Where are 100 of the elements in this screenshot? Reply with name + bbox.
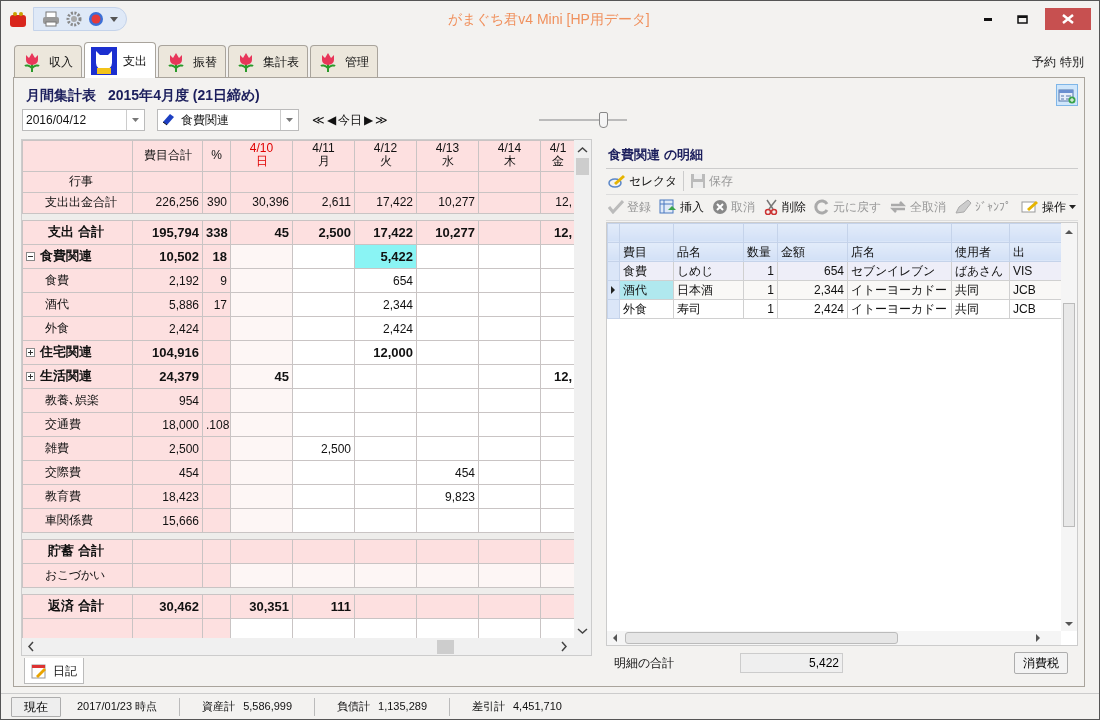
table-cell: イトーヨーカドー bbox=[847, 299, 952, 318]
menu-link[interactable]: 予約 bbox=[1030, 53, 1058, 71]
toolbar-button[interactable]: セレクタ bbox=[606, 172, 679, 190]
tab[interactable]: 支出 bbox=[84, 42, 156, 78]
row-label: 交際費 bbox=[22, 460, 133, 485]
table-cell bbox=[230, 539, 293, 564]
refresh-icon bbox=[889, 199, 907, 215]
scroll-thumb[interactable] bbox=[437, 640, 454, 654]
row-label: 教養､娯楽 bbox=[22, 388, 133, 413]
gear-icon[interactable] bbox=[66, 11, 82, 27]
diary-tab[interactable]: 日記 bbox=[24, 658, 84, 684]
total-field[interactable]: 5,422 bbox=[740, 652, 843, 673]
scroll-thumb[interactable] bbox=[576, 158, 589, 175]
caret-icon bbox=[1069, 205, 1076, 209]
report-title: 月間集計表 bbox=[26, 85, 96, 105]
column-header: % bbox=[202, 140, 231, 172]
pencil-icon bbox=[1021, 200, 1039, 214]
table-cell: 45 bbox=[230, 220, 293, 245]
table-cell bbox=[478, 539, 541, 564]
record-icon[interactable] bbox=[88, 11, 104, 27]
nav-button[interactable]: ◀ bbox=[326, 111, 337, 129]
filter-cell[interactable] bbox=[619, 223, 674, 242]
nav-button[interactable]: ≪ bbox=[311, 111, 326, 129]
table-cell bbox=[202, 539, 231, 564]
checkmark-icon bbox=[608, 200, 624, 214]
day-header: 4/10 日 bbox=[230, 140, 293, 172]
toolbar-button[interactable]: 挿入 bbox=[657, 198, 706, 216]
category-field[interactable]: 食費関連 bbox=[157, 109, 299, 131]
undo-icon bbox=[814, 199, 830, 215]
cat-icon bbox=[91, 46, 117, 75]
cancel-icon bbox=[712, 199, 728, 215]
tab[interactable]: 収入 bbox=[14, 45, 82, 77]
table-cell: 食費 bbox=[619, 261, 674, 280]
row-label: 交通費 bbox=[22, 412, 133, 437]
row-label: おこづかい bbox=[22, 563, 133, 588]
menu-button[interactable]: 操作 bbox=[1019, 198, 1078, 216]
row-label: 行事 bbox=[22, 171, 133, 193]
purse-icon[interactable] bbox=[9, 10, 27, 28]
row-label: 食費 bbox=[22, 268, 133, 293]
total-label: 明細の合計 bbox=[614, 654, 674, 672]
filter-cell[interactable] bbox=[951, 223, 1010, 242]
table-cell bbox=[478, 220, 541, 245]
table-cell: 30,462 bbox=[132, 594, 203, 619]
tax-button[interactable]: 消費税 bbox=[1014, 651, 1068, 674]
date-field[interactable]: 2016/04/12 bbox=[22, 109, 145, 131]
tab[interactable]: 振替 bbox=[158, 45, 226, 77]
status-label: 負債計 bbox=[337, 699, 371, 715]
day-header: 4/13 水 bbox=[416, 140, 479, 172]
row-label: 車関係費 bbox=[22, 508, 133, 533]
tab[interactable]: 管理 bbox=[310, 45, 378, 77]
filter-cell[interactable] bbox=[673, 223, 744, 242]
category-label: 生活関連 bbox=[22, 364, 133, 389]
row-label: 外食 bbox=[22, 316, 133, 341]
filter-cell[interactable] bbox=[743, 223, 778, 242]
expander-icon[interactable] bbox=[26, 347, 35, 357]
panel-add-icon bbox=[1058, 87, 1076, 104]
table-cell: 日本酒 bbox=[673, 280, 744, 299]
table-cell: 111 bbox=[292, 594, 355, 619]
table-cell: 17,422 bbox=[354, 220, 417, 245]
floppy-icon bbox=[690, 173, 706, 189]
table-cell: 2,500 bbox=[292, 220, 355, 245]
toolbar-button[interactable]: 削除 bbox=[761, 198, 808, 216]
table-insert-icon bbox=[659, 199, 677, 215]
menu-link[interactable]: 特別 bbox=[1058, 53, 1086, 71]
table-cell: セブンイレブン bbox=[847, 261, 952, 280]
row-label: 支出出金合計 bbox=[22, 192, 133, 214]
filter-cell[interactable] bbox=[777, 223, 848, 242]
table-cell bbox=[416, 539, 479, 564]
expander-icon[interactable] bbox=[26, 371, 35, 381]
caret-icon bbox=[132, 118, 139, 122]
caret-icon[interactable] bbox=[110, 16, 118, 22]
day-header: 4/14 木 bbox=[478, 140, 541, 172]
table-cell: 外食 bbox=[619, 299, 674, 318]
now-button[interactable]: 現在 bbox=[11, 696, 61, 717]
row-label: 教育費 bbox=[22, 484, 133, 509]
table-cell: 共同 bbox=[951, 280, 1010, 299]
filter-cell[interactable] bbox=[1009, 223, 1062, 242]
scissors-icon bbox=[763, 199, 779, 215]
scroll-thumb[interactable] bbox=[625, 631, 898, 644]
table-cell: 10,277 bbox=[416, 220, 479, 245]
column-header: 費目合計 bbox=[132, 140, 203, 172]
add-view-button[interactable] bbox=[1056, 84, 1078, 106]
slider-thumb[interactable] bbox=[599, 112, 609, 128]
nav-button[interactable]: 今日 bbox=[337, 111, 363, 129]
scroll-thumb[interactable] bbox=[1063, 302, 1075, 527]
status-value: 1,135,289 bbox=[378, 699, 427, 715]
expander-icon[interactable] bbox=[26, 251, 35, 261]
printer-icon[interactable] bbox=[42, 11, 60, 27]
nav-button[interactable]: ≫ bbox=[374, 111, 389, 129]
table-cell: イトーヨーカドー bbox=[847, 280, 952, 299]
nav-button[interactable]: ▶ bbox=[363, 111, 374, 129]
minimize-icon bbox=[984, 17, 992, 21]
caret-icon bbox=[286, 118, 293, 122]
calendar-pencil-icon bbox=[31, 662, 47, 679]
filter-cell[interactable] bbox=[847, 223, 952, 242]
tab[interactable]: 集計表 bbox=[228, 45, 308, 77]
table-cell: 1 bbox=[743, 299, 778, 318]
close-button[interactable] bbox=[1045, 8, 1091, 30]
table-cell: 共同 bbox=[951, 299, 1010, 318]
category-label: 住宅関連 bbox=[22, 340, 133, 365]
